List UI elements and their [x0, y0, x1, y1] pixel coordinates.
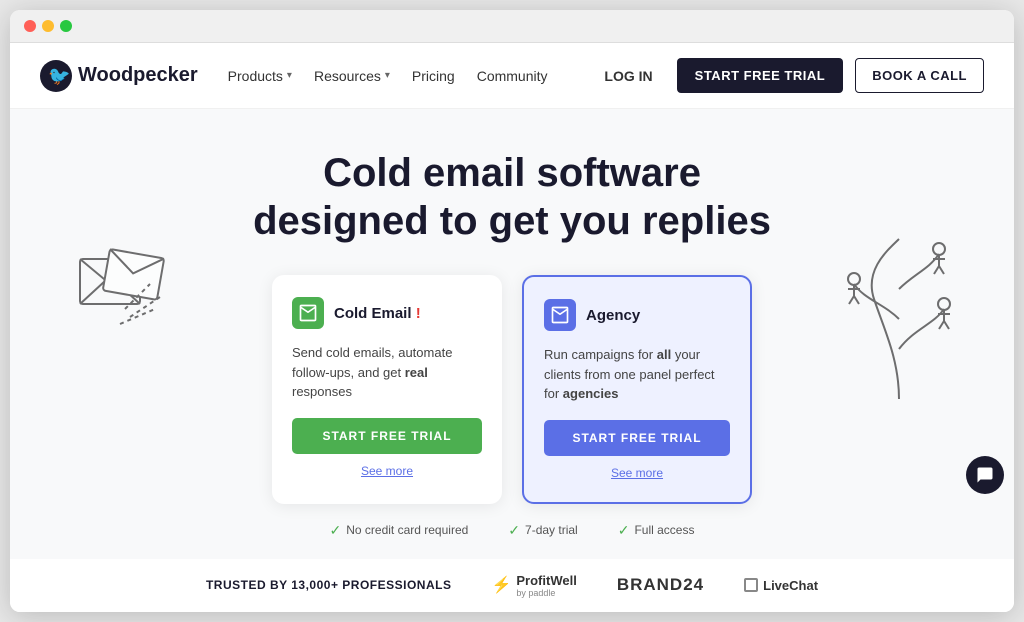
agency-icon — [544, 299, 576, 331]
trust-checks: ✓ No credit card required ✓ 7-day trial … — [30, 522, 994, 539]
agency-title: Agency — [586, 307, 640, 324]
start-trial-button[interactable]: START FREE TRIAL — [677, 58, 844, 93]
livechat-logo: LiveChat — [744, 578, 818, 593]
brand24-logo: BRAND24 — [617, 575, 704, 595]
deco-envelope-illustration — [70, 229, 190, 354]
minimize-dot[interactable] — [42, 20, 54, 32]
login-button[interactable]: LOG IN — [592, 60, 664, 92]
browser-chrome — [10, 10, 1014, 43]
chevron-down-icon: ▾ — [385, 70, 390, 81]
trust-check-access: ✓ Full access — [618, 522, 695, 539]
nav-products[interactable]: Products ▾ — [228, 68, 292, 84]
livechat-icon — [744, 578, 758, 592]
nav-actions: LOG IN START FREE TRIAL BOOK A CALL — [592, 58, 984, 93]
hero-section: Cold email software designed to get you … — [10, 109, 1014, 559]
checkmark-icon: ✓ — [618, 522, 630, 539]
nav-links: Products ▾ Resources ▾ Pricing Community — [228, 68, 593, 84]
trusted-label: TRUSTED BY 13,000+ PROFESSIONALS — [206, 578, 452, 592]
agency-card: Agency Run campaigns for all your client… — [522, 275, 752, 504]
close-dot[interactable] — [24, 20, 36, 32]
nav-pricing[interactable]: Pricing — [412, 68, 455, 84]
profitwell-logo: ⚡ ProfitWell by paddle — [491, 573, 576, 598]
agency-card-header: Agency — [544, 299, 730, 331]
woodpecker-logo-icon: 🐦 — [40, 60, 72, 92]
agency-trial-button[interactable]: START FREE TRIAL — [544, 420, 730, 456]
chevron-down-icon: ▾ — [287, 70, 292, 81]
maximize-dot[interactable] — [60, 20, 72, 32]
svg-text:🐦: 🐦 — [48, 66, 70, 86]
logo-text: Woodpecker — [78, 64, 198, 87]
chat-bubble-button[interactable] — [966, 456, 1004, 494]
product-cards: Cold Email ! Send cold emails, automate … — [242, 275, 782, 504]
page-content: 🐦 Woodpecker Products ▾ Resources ▾ Pric… — [10, 43, 1014, 612]
navbar: 🐦 Woodpecker Products ▾ Resources ▾ Pric… — [10, 43, 1014, 109]
cold-email-desc: Send cold emails, automate follow-ups, a… — [292, 343, 482, 402]
agency-see-more[interactable]: See more — [544, 466, 730, 480]
cold-email-icon — [292, 297, 324, 329]
nav-community[interactable]: Community — [477, 68, 548, 84]
trust-check-credit-card: ✓ No credit card required — [330, 522, 469, 539]
cold-email-card: Cold Email ! Send cold emails, automate … — [272, 275, 502, 504]
logo[interactable]: 🐦 Woodpecker — [40, 60, 198, 92]
hero-title: Cold email software designed to get you … — [30, 149, 994, 245]
checkmark-icon: ✓ — [330, 522, 342, 539]
cold-email-title: Cold Email ! — [334, 305, 421, 322]
book-call-button[interactable]: BOOK A CALL — [855, 58, 984, 93]
checkmark-icon: ✓ — [508, 522, 520, 539]
chat-icon — [976, 466, 994, 484]
trusted-bar: TRUSTED BY 13,000+ PROFESSIONALS ⚡ Profi… — [10, 559, 1014, 612]
cold-email-card-header: Cold Email ! — [292, 297, 482, 329]
trust-check-trial: ✓ 7-day trial — [508, 522, 577, 539]
cold-email-see-more[interactable]: See more — [292, 464, 482, 478]
agency-desc: Run campaigns for all your clients from … — [544, 345, 730, 404]
nav-resources[interactable]: Resources ▾ — [314, 68, 390, 84]
cold-email-trial-button[interactable]: START FREE TRIAL — [292, 418, 482, 454]
browser-dots — [24, 20, 72, 32]
